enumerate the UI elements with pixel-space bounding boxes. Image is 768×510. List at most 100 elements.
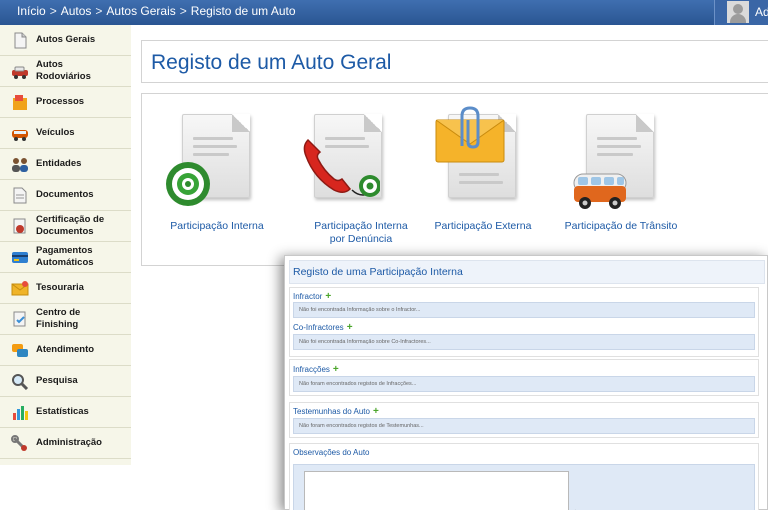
testemunhas-label: Testemunhas do Auto [293,407,370,416]
testemunhas-info: Não foram encontrados registos de Testem… [293,418,755,434]
process-folder-icon [13,95,27,110]
title-panel: Registo de um Auto Geral [141,40,768,83]
option-label: Participação de Trânsito [564,220,678,232]
observacoes-label: Observações do Auto [293,448,370,457]
sidebar-item-label: Veículos [36,127,75,138]
sidebar-item-label: Processos [36,96,85,107]
van-icon [573,173,627,209]
infracoes-info: Não foram encontrados registos de Infrac… [293,376,755,392]
sidebar-item-pagamentos[interactable]: Pagamentos Automáticos [0,242,131,273]
sidebar-item-label: Atendimento [36,344,95,355]
sidebar-item-label: Pesquisa [36,375,78,386]
participacao-dialog: Registo de uma Participação Interna Infr… [284,255,768,510]
page-title: Registo de um Auto Geral [151,51,392,74]
sidebar-item-label: Tesouraria [36,282,84,293]
bar-chart-icon [13,406,28,420]
option-label: Participação Interna [170,220,264,232]
dialog-title-bar[interactable]: Registo de uma Participação Interna [289,260,765,284]
dialog-title: Registo de uma Participação Interna [293,266,463,278]
document-icon [14,32,27,49]
breadcrumb-autos-gerais[interactable]: Autos Gerais [106,4,175,18]
sidebar-item-certificacao[interactable]: Certificação de Documentos [0,211,131,242]
breadcrumb: Início > Autos > Autos Gerais > Registo … [17,4,296,18]
avatar-head-shape [733,4,743,14]
avatar-body-shape [730,14,746,23]
finishing-center-icon [13,311,26,327]
sidebar-item-label: Centro de Finishing [36,307,81,330]
sidebar-item-atendimento[interactable]: Atendimento [0,335,131,366]
text-line [193,153,229,156]
treasury-envelope-icon [11,281,29,296]
breadcrumb-separator: > [179,4,187,18]
people-icon [12,158,28,172]
certificate-seal-icon [13,218,26,234]
documents-icon [13,187,27,204]
text-line [597,145,641,148]
phone-icon [303,138,380,197]
options-panel: Participação Interna Participação Intern… [141,93,768,266]
text-line [459,173,499,176]
infracoes-label: Infracções [293,365,330,374]
coinfractores-label-row: Co-Infractores + [293,322,353,333]
sidebar-item-label: Administração [36,437,102,448]
avatar[interactable] [727,1,749,23]
target-icon [166,162,210,206]
testemunhas-label-row: Testemunhas do Auto + [293,406,379,417]
add-infracao-button[interactable]: + [333,364,339,375]
sidebar-item-documentos[interactable]: Documentos [0,180,131,211]
credit-card-icon [12,252,28,263]
breadcrumb-current: Registo de um Auto [190,4,296,18]
option-label: Participação Externa [434,220,532,232]
breadcrumb-separator: > [49,4,57,18]
text-line [597,137,637,140]
sidebar-item-entidades[interactable]: Entidades [0,149,131,180]
add-infractor-button[interactable]: + [325,291,331,302]
option-participacao-transito[interactable]: Participação de Trânsito [546,94,696,267]
coinfractores-label: Co-Infractores [293,323,344,332]
sidebar-item-label: Pagamentos Automáticos [36,245,94,268]
section-testemunhas: Testemunhas do Auto + Não foram encontra… [289,402,759,438]
sidebar-item-processos[interactable]: Processos [0,87,131,118]
sidebar: Autos Gerais Autos Rodoviários Processos… [0,25,131,465]
infractor-label-row: Infractor + [293,291,331,302]
sidebar-item-centro-finishing[interactable]: Centro de Finishing [0,304,131,335]
sidebar-item-label: Autos Gerais [36,34,96,45]
vehicle-icon [12,130,28,141]
sidebar-item-administracao[interactable]: Administração [0,428,131,459]
observacoes-area: ◢ [293,464,755,510]
add-coinfractor-button[interactable]: + [347,322,353,333]
text-line [193,137,233,140]
sidebar-item-tesouraria[interactable]: Tesouraria [0,273,131,304]
sidebar-item-estatisticas[interactable]: Estatísticas [0,397,131,428]
admin-tools-icon [11,435,27,451]
user-menu[interactable]: Ad [714,0,768,25]
section-infractor: Infractor + Não foi encontrada Informaçã… [289,287,759,357]
sidebar-item-label: Documentos [36,189,94,200]
chat-bubbles-icon [12,344,28,357]
coinfractores-info: Não foi encontrada Informação sobre Co-I… [293,334,755,350]
sidebar-item-autos-rodoviarios[interactable]: Autos Rodoviários [0,56,131,87]
user-name[interactable]: Ad [755,5,768,19]
section-observacoes: Observações do Auto ◢ [289,443,759,510]
text-line [597,153,633,156]
infracoes-label-row: Infracções + [293,364,339,375]
sidebar-item-label: Estatísticas [36,406,89,417]
sidebar-item-label: Certificação de Documentos [36,214,105,237]
sidebar-item-autos-gerais[interactable]: Autos Gerais [0,25,131,56]
option-participacao-interna[interactable]: Participação Interna [142,94,292,267]
sidebar-item-label: Autos Rodoviários [36,59,91,82]
section-infracoes: Infracções + Não foram encontrados regis… [289,359,759,396]
breadcrumb-autos[interactable]: Autos [61,4,92,18]
top-bar: Início > Autos > Autos Gerais > Registo … [0,0,768,25]
observacoes-textarea[interactable] [304,471,569,510]
add-testemunha-button[interactable]: + [373,406,379,417]
sidebar-item-pesquisa[interactable]: Pesquisa [0,366,131,397]
sidebar-item-veiculos[interactable]: Veículos [0,118,131,149]
sidebar-item-label: Entidades [36,158,82,169]
text-line [459,181,503,184]
breadcrumb-separator: > [95,4,103,18]
breadcrumb-home[interactable]: Início [17,4,46,18]
infractor-label: Infractor [293,292,323,301]
option-participacao-externa[interactable]: Participação Externa [408,94,558,267]
infractor-info: Não foi encontrada Informação sobre o In… [293,302,755,318]
